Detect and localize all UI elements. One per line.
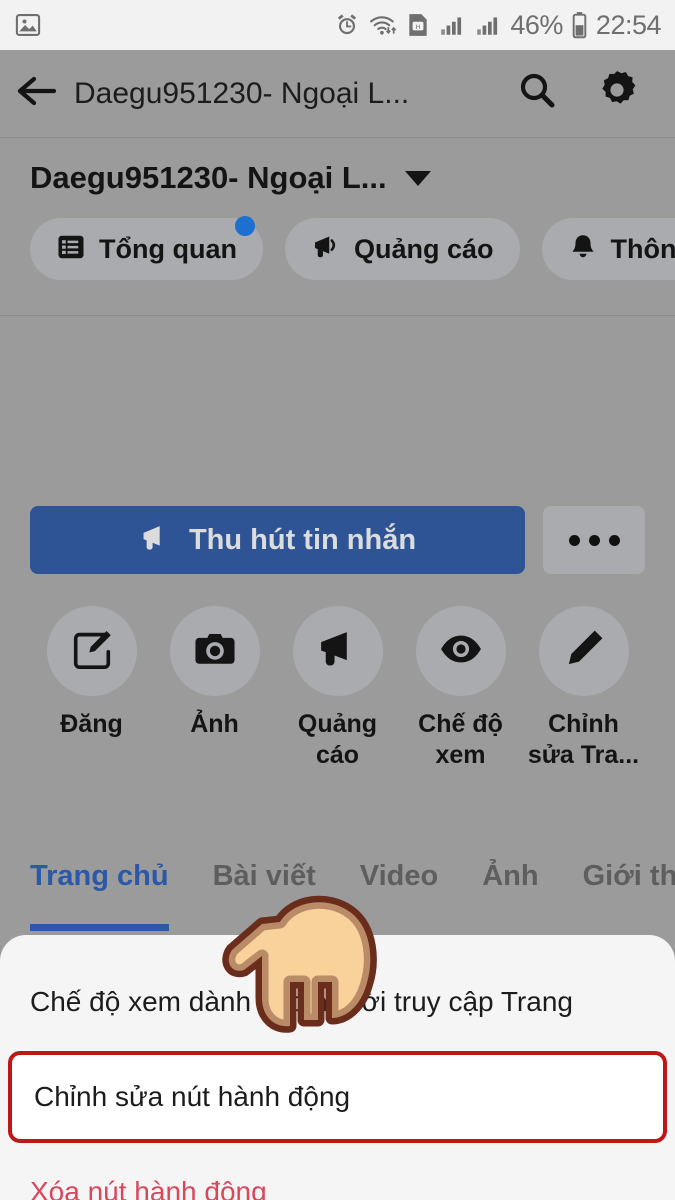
dot — [608, 534, 620, 546]
quick-action-circle — [169, 606, 260, 696]
pill-tong-quan[interactable]: Tổng quan — [30, 216, 263, 280]
back-arrow-icon — [14, 71, 60, 116]
pill-quang-cao[interactable]: Quảng cáo — [284, 218, 520, 280]
tab-trang-chu[interactable]: Trang chủ — [0, 860, 191, 931]
bell-icon — [568, 232, 598, 267]
status-bar-left — [14, 11, 42, 39]
cta-row: Thu hút tin nhắn — [0, 316, 675, 574]
wifi-icon — [368, 12, 398, 38]
alarm-icon — [334, 12, 360, 38]
tab-anh[interactable]: Ảnh — [460, 860, 560, 893]
quick-action-label: Chỉnh sửa Tra... — [527, 710, 640, 770]
signal-2-icon — [474, 12, 502, 38]
quick-action-label: Ảnh — [190, 710, 239, 738]
quick-action-dang[interactable]: Đăng — [30, 606, 153, 772]
tab-label: Trang chủ — [30, 860, 169, 892]
megaphone-icon — [311, 232, 341, 267]
battery-icon — [571, 11, 588, 39]
page-body: Thu hút tin nhắn Đăng Ảnh Quảng cáo Chế … — [0, 316, 675, 836]
active-tab-indicator — [30, 924, 169, 931]
quick-action-label: Chế độ xem — [418, 710, 503, 770]
dot — [568, 534, 580, 546]
image-icon — [14, 11, 42, 39]
promote-messages-label: Thu hút tin nhắn — [188, 523, 417, 556]
status-bar: H 46% 22:54 — [0, 0, 675, 50]
search-icon[interactable] — [515, 69, 559, 118]
quick-action-quang-cao[interactable]: Quảng cáo — [276, 606, 399, 772]
quick-action-che-do-xem[interactable]: Chế độ xem — [399, 606, 522, 772]
quick-action-label: Đăng — [60, 710, 123, 738]
promote-messages-button[interactable]: Thu hút tin nhắn — [30, 506, 525, 574]
quick-action-circle — [538, 606, 629, 696]
sim-card-icon: H — [406, 12, 430, 38]
megaphone-icon — [139, 521, 173, 560]
overflow-dots-icon[interactable] — [543, 506, 645, 574]
tab-label: Video — [359, 860, 439, 892]
gear-icon[interactable] — [593, 67, 641, 120]
quick-actions-row: Đăng Ảnh Quảng cáo Chế độ xem Chỉnh sửa … — [0, 574, 675, 772]
megaphone-icon — [315, 626, 361, 677]
tab-video[interactable]: Video — [338, 860, 460, 893]
quick-action-anh[interactable]: Ảnh — [153, 606, 276, 772]
quick-action-circle — [292, 606, 383, 696]
page-title: Daegu951230- Ngoại L... — [30, 160, 387, 195]
dot — [588, 534, 600, 546]
back-button[interactable] — [0, 71, 74, 116]
svg-text:H: H — [416, 24, 421, 31]
pill-label: Thông bá — [610, 233, 675, 264]
eye-icon — [438, 626, 484, 677]
quick-action-circle — [46, 606, 137, 696]
page-title-row[interactable]: Daegu951230- Ngoại L... — [30, 160, 675, 196]
status-bar-right: H 46% 22:54 — [334, 9, 662, 41]
clock-time: 22:54 — [595, 9, 662, 40]
tab-label: Giới th — [582, 860, 675, 892]
bottom-sheet: Chế độ xem dành cho người truy cập Trang… — [0, 935, 675, 1200]
tab-label: Bài viết — [212, 860, 316, 892]
app-bar-actions — [515, 67, 675, 120]
tab-gioi-thieu[interactable]: Giới th — [561, 860, 675, 893]
phone-screen: H 46% 22:54 Daegu951230- Ngoại L... Daeg… — [0, 0, 675, 1200]
sheet-item-edit-action-button[interactable]: Chỉnh sửa nút hành động — [8, 1051, 667, 1143]
tab-label: Ảnh — [482, 860, 539, 892]
battery-percent: 46% — [510, 9, 563, 40]
pill-label: Quảng cáo — [353, 233, 494, 264]
signal-1-icon — [438, 12, 466, 38]
chevron-down-icon[interactable] — [404, 170, 431, 186]
page-header: Daegu951230- Ngoại L... Tổng quan Quảng … — [0, 138, 675, 316]
pencil-icon — [561, 626, 607, 677]
sheet-item-page-visitor-view[interactable]: Chế độ xem dành cho người truy cập Trang — [0, 969, 675, 1035]
quick-action-label: Quảng cáo — [297, 710, 378, 770]
notification-badge-dot — [234, 216, 255, 236]
quick-action-circle — [415, 606, 506, 696]
pill-thong-bao[interactable]: Thông bá — [541, 218, 675, 280]
app-bar: Daegu951230- Ngoại L... — [0, 50, 675, 138]
pill-label: Tổng quan — [99, 233, 237, 264]
page-pill-nav: Tổng quan Quảng cáo Thôn — [30, 216, 675, 280]
camera-icon — [192, 626, 238, 677]
content-tab-bar: Trang chủ Bài viết Video Ảnh Giới th — [0, 836, 675, 934]
app-bar-title: Daegu951230- Ngoại L... — [74, 76, 410, 110]
list-icon — [56, 232, 86, 267]
sheet-item-delete-action-button[interactable]: Xóa nút hành động — [0, 1159, 675, 1200]
tab-bai-viet[interactable]: Bài viết — [191, 860, 338, 893]
compose-icon — [69, 626, 115, 677]
quick-action-chinh-sua-trang[interactable]: Chỉnh sửa Tra... — [522, 606, 645, 772]
